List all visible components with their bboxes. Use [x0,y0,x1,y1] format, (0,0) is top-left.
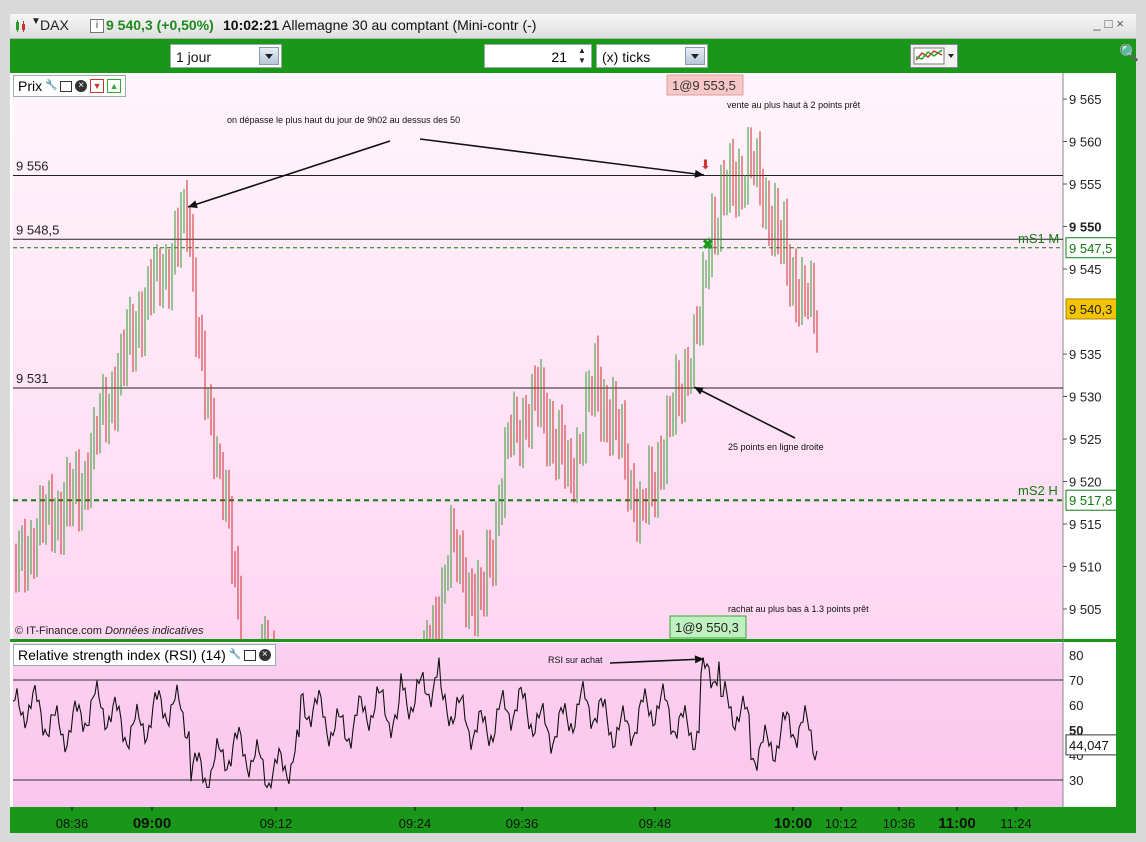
period-select[interactable]: 1 jour [170,44,282,68]
price-axis-label: 9 530 [1069,390,1102,405]
price-axis-label: 9 505 [1069,602,1102,617]
time-axis-label: 09:12 [260,816,293,831]
buy-cross-icon: ✖ [702,236,714,252]
window-titlebar: ▼ DAX i 9 540,3 (+0,50%) 10:02:21 Allema… [10,14,1136,39]
wrench-icon[interactable]: 🔧 [45,80,57,92]
time-axis-label: 08:36 [56,816,89,831]
info-icon[interactable]: i [90,19,104,33]
window-icon[interactable] [60,80,73,92]
price-panel-bg [13,75,1063,640]
tick-unit-value: (x) ticks [602,49,651,65]
level-label: 9 531 [16,371,49,386]
arrow-up-icon[interactable]: ▲ [107,79,122,93]
rsi-axis-label: 80 [1069,648,1083,663]
symbol-name[interactable]: DAX [40,17,69,33]
wrench-icon[interactable]: 🔧 [229,649,241,661]
ms2-label: mS2 H [1018,483,1058,498]
price-axis-label: 9 520 [1069,475,1102,490]
annotation-text: on dépasse le plus haut du jour de 9h02 … [227,115,460,125]
ms1-label: mS1 M [1018,231,1059,246]
rsi-axis-label: 30 [1069,773,1083,788]
rsi-panel-label: Relative strength index (RSI) (14) [18,647,226,663]
window-controls[interactable]: _□× [1093,16,1128,31]
tick-count-stepper[interactable]: 21 ▲ ▼ [484,44,592,68]
chart-type-icon [913,47,954,65]
chart-canvas: 9 556 9 548,5 9 531 mS1 M mS2 H © IT-Finance.… [10,73,1119,833]
candlestick-chart-icon [16,20,25,32]
time-axis-label: 09:24 [399,816,432,831]
time-axis-label: 09:48 [639,816,672,831]
copyright-text: © IT-Finance.com [15,625,102,637]
close-icon[interactable]: × [258,649,271,661]
arrow-down-icon[interactable]: ▼ [90,79,105,93]
price-axis-label: 9 525 [1069,432,1102,447]
rsi-panel-tab[interactable]: Relative strength index (RSI) (14) 🔧 × [13,644,276,666]
rsi-axis-label: 70 [1069,673,1083,688]
time-axis-label: 09:00 [133,815,171,832]
time-axis-label: 09:36 [506,816,539,831]
rsi-annotation: RSI sur achat [548,655,603,665]
tick-count-value: 21 [551,49,567,65]
price-panel-tab[interactable]: Prix 🔧 × ▼ ▲ [13,75,127,97]
close-icon[interactable]: × [75,80,88,92]
right-side-strip: 🔍 [1116,39,1139,833]
sell-order-label: 1@9 553,5 [672,78,736,93]
price-axis-label: 9 515 [1069,517,1102,532]
rsi-panel-bg [13,643,1063,807]
time-axis-label: 11:24 [1000,816,1032,831]
rsi-current-value: 44,047 [1069,738,1109,753]
rsi-axis-label: 60 [1069,698,1083,713]
zoom-icon[interactable]: 🔍 [1119,43,1139,63]
price-axis-label: 9 555 [1069,177,1102,192]
price-axis-label: 9 545 [1069,262,1102,277]
instrument-description: Allemagne 30 au comptant (Mini-contr (-) [282,17,537,33]
level-label: 9 548,5 [16,222,59,237]
chart-toolbar: 1 jour 21 ▲ ▼ (x) ticks [10,39,1116,73]
chevron-down-icon[interactable] [685,47,705,65]
ms1-value: 9 547,5 [1069,241,1112,256]
window-icon[interactable] [243,649,256,661]
annotation-text: rachat au plus bas à 1.3 points prêt [728,604,869,614]
price-axis-label: 9 560 [1069,135,1102,150]
annotation-text: vente au plus haut à 2 points prêt [727,100,861,110]
disclaimer-text: Données indicatives [105,625,204,637]
time-axis-label: 10:00 [774,815,812,832]
level-label: 9 556 [16,159,49,174]
time-axis-label: 10:36 [883,816,916,831]
annotation-text: 25 points en ligne droite [728,442,824,452]
time-axis-label: 11:00 [938,815,976,832]
sell-arrow-icon: ⬇ [700,157,711,172]
price-axis-label: 9 565 [1069,92,1102,107]
ms2-value: 9 517,8 [1069,493,1112,508]
time-axis-label: 10:12 [825,816,858,831]
price-axis-label: 9 540,3 [1069,302,1112,317]
chart-type-button[interactable] [910,44,958,68]
price-axis-label: 9 550 [1069,220,1102,235]
buy-order-label: 1@9 550,3 [675,620,739,635]
last-update-time: 10:02:21 [223,17,280,33]
price-axis-label: 9 535 [1069,347,1102,362]
chevron-down-icon[interactable] [259,47,279,65]
period-value: 1 jour [176,49,212,65]
price-panel-label: Prix [18,78,43,94]
price-change: 9 540,3 (+0,50%) [106,17,214,33]
chart-area: 9 556 9 548,5 9 531 mS1 M mS2 H © IT-Finance.… [10,73,1119,833]
spin-arrows-icon[interactable]: ▲ ▼ [575,46,589,66]
price-axis-label: 9 510 [1069,560,1102,575]
tick-unit-select[interactable]: (x) ticks [596,44,708,68]
